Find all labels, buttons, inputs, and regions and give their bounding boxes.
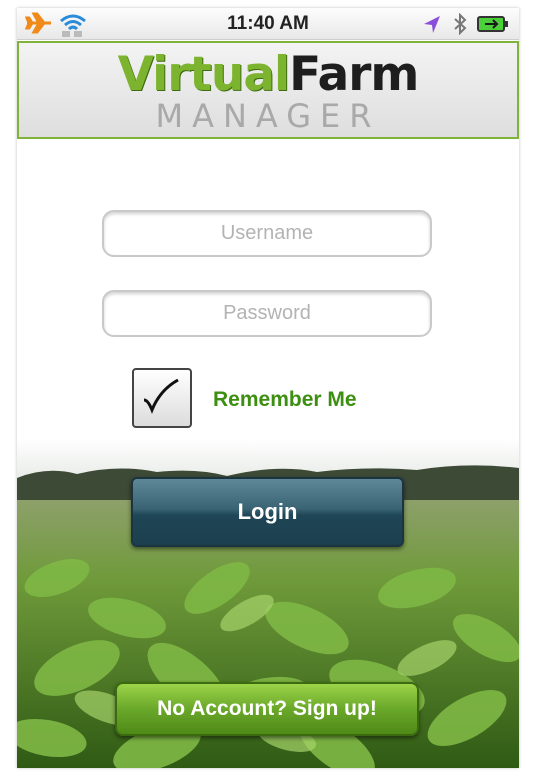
bluetooth-icon [453,12,467,40]
remember-me-label: Remember Me [213,388,357,411]
location-arrow-icon [422,14,442,39]
status-bar: 11:40 AM [17,8,519,40]
logo-word-farm: Farm [289,47,419,102]
remember-me-checkbox[interactable] [132,368,192,428]
logo-subtitle: MANAGER [155,97,381,135]
app-header: VirtualFarm MANAGER [17,41,519,139]
login-button[interactable]: Login [131,477,404,547]
status-time: 11:40 AM [227,13,309,34]
battery-icon [477,16,509,37]
app-logo: VirtualFarm [19,49,517,101]
app-screen: 11:40 AM VirtualFarm MANAGER Username Re… [17,8,519,768]
logo-word-virtual: Virtual [117,47,291,102]
checkmark-icon [143,378,179,415]
password-input[interactable] [102,290,432,337]
username-input[interactable] [102,210,432,257]
signup-button[interactable]: No Account? Sign up! [115,682,419,736]
